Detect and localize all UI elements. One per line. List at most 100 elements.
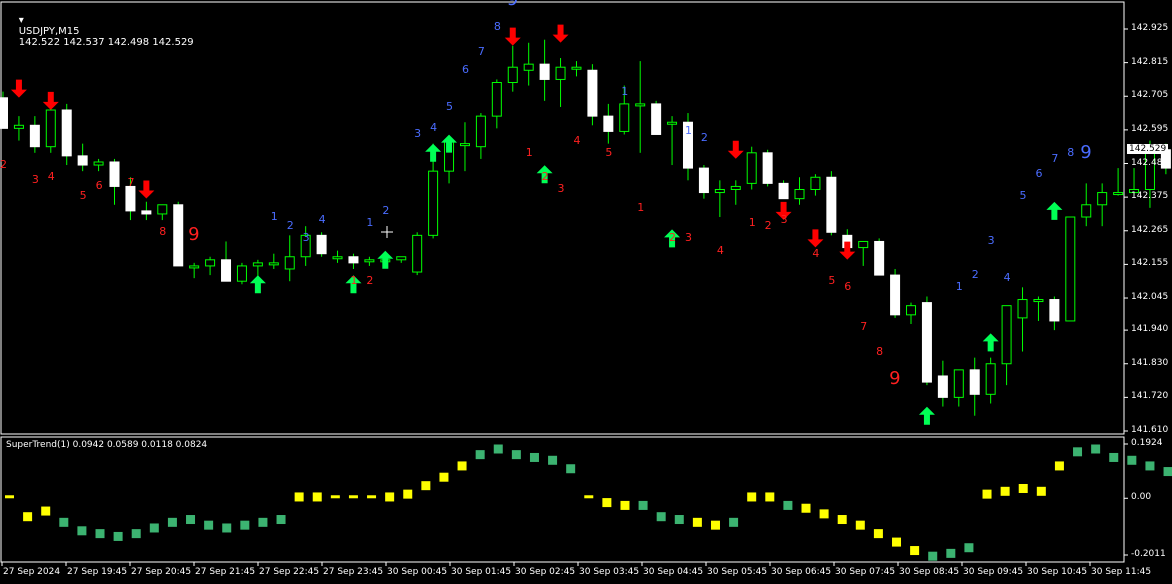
supertrend-bar (421, 481, 431, 491)
sequence-count-down: 7 (127, 176, 135, 190)
sequence-count-down: 2 (669, 231, 677, 245)
supertrend-bar (928, 551, 938, 561)
sequence-count-up: 1 (955, 280, 963, 294)
sequence-count-down: 7 (860, 320, 868, 334)
bull-candle (252, 262, 263, 267)
price-axis-label: 141.830 (1131, 357, 1169, 368)
sequence-count-up: 5 (446, 99, 454, 113)
time-axis-label: 30 Sep 00:45 (387, 567, 448, 577)
sequence-count-up: 8 (493, 20, 501, 34)
price-axis-label: 142.705 (1131, 90, 1169, 101)
supertrend-bar (439, 472, 449, 482)
supertrend-bar (946, 548, 956, 558)
supertrend-bar (548, 455, 558, 465)
bull-candle (507, 66, 518, 83)
sequence-count-down: 1 (525, 145, 533, 159)
bear-candle (29, 124, 40, 148)
bull-candle (523, 63, 534, 71)
sequence-count-down: 1 (748, 216, 756, 230)
supertrend-bar (457, 461, 467, 471)
sequence-count-down: 5 (605, 145, 613, 159)
supertrend-bar (529, 452, 539, 462)
bull-candle (459, 143, 470, 147)
time-axis-label: 27 Sep 20:45 (131, 567, 192, 577)
bull-candle (635, 103, 646, 107)
supertrend-bar (819, 509, 829, 519)
supertrend-bar (747, 492, 757, 502)
supertrend-bar (5, 495, 14, 499)
sequence-count-down: 2 (541, 170, 549, 184)
bull-candle (810, 176, 821, 190)
supertrend-bar (113, 531, 123, 541)
supertrend-bar (1054, 461, 1064, 471)
sequence-count-up: 7 (477, 44, 485, 58)
price-axis-label: 142.375 (1131, 191, 1169, 202)
sequence-count-down: 9 (188, 224, 200, 246)
dropdown-triangle-icon[interactable]: ▾ (19, 15, 24, 26)
supertrend-bar (312, 492, 322, 502)
supertrend-bar (1109, 452, 1119, 462)
chart-header: ▾ USDJPY,M15 142.522 142.537 142.498 142… (6, 4, 194, 59)
supertrend-bar (385, 492, 395, 502)
sell-arrow-icon (807, 229, 824, 248)
sequence-count-down: 4 (716, 243, 724, 257)
bull-candle (236, 265, 247, 282)
sequence-count-up: 9 (1080, 141, 1092, 163)
sequence-count-up: 1 (270, 210, 278, 223)
supertrend-bar (475, 450, 485, 460)
bear-candle (0, 97, 8, 129)
supertrend-bar (511, 450, 521, 460)
supertrend-bar (330, 495, 340, 499)
buy-arrow-icon (1046, 201, 1063, 220)
bull-candle (1144, 149, 1155, 190)
supertrend-bar (367, 495, 377, 499)
buy-arrow-icon (377, 250, 394, 269)
supertrend-bar (801, 503, 811, 513)
bull-candle (1113, 192, 1124, 196)
chart-window[interactable]: ▾ USDJPY,M15 142.522 142.537 142.498 142… (0, 0, 1172, 584)
bull-candle (475, 115, 486, 148)
sequence-count-up: 5 (1019, 188, 1027, 202)
bull-candle (714, 188, 725, 194)
bull-candle (619, 103, 630, 132)
current-price-label: 142.529 (1127, 144, 1169, 155)
sequence-count-down: 3 (780, 213, 788, 227)
sequence-count-up: 1 (366, 216, 374, 230)
supertrend-bar (982, 489, 992, 499)
price-axis-label: 141.610 (1131, 425, 1169, 435)
supertrend-bar (656, 512, 666, 522)
bull-candle (1081, 204, 1092, 218)
sequence-count-up: 3 (302, 231, 310, 245)
bear-candle (921, 302, 932, 383)
sequence-count-down: 4 (812, 246, 820, 260)
sequence-count-down: 2 (0, 158, 7, 172)
price-axis-label: 142.155 (1131, 258, 1169, 269)
price-axis-label: 142.595 (1131, 123, 1169, 134)
sequence-count-down: 4 (47, 170, 55, 184)
sequence-count-down: 3 (31, 173, 39, 187)
sequence-count-up: 1 (684, 124, 692, 138)
price-axis-label: 142.925 (1131, 23, 1169, 33)
bull-candle (491, 81, 502, 117)
buy-arrow-icon (249, 275, 266, 294)
supertrend-bar (258, 517, 268, 527)
supertrend-bar (1145, 461, 1155, 471)
bull-candle (93, 161, 104, 166)
supertrend-bar (294, 492, 304, 502)
buy-arrow-icon (982, 333, 999, 352)
bear-candle (316, 234, 327, 255)
bull-candle (1097, 192, 1108, 206)
sequence-count-up: 2 (971, 268, 979, 282)
supertrend-bar (403, 489, 413, 499)
time-axis-label: 30 Sep 09:45 (963, 567, 1024, 577)
bull-candle (428, 170, 439, 236)
sequence-count-up: 2 (700, 130, 708, 144)
bear-candle (348, 256, 359, 264)
supertrend-bar (783, 500, 793, 510)
sell-arrow-icon (42, 91, 59, 110)
bull-candle (571, 66, 582, 70)
supertrend-bar (59, 517, 69, 527)
bull-candle (906, 305, 917, 316)
price-chart[interactable] (0, 0, 1172, 584)
supertrend-bar (729, 517, 739, 527)
